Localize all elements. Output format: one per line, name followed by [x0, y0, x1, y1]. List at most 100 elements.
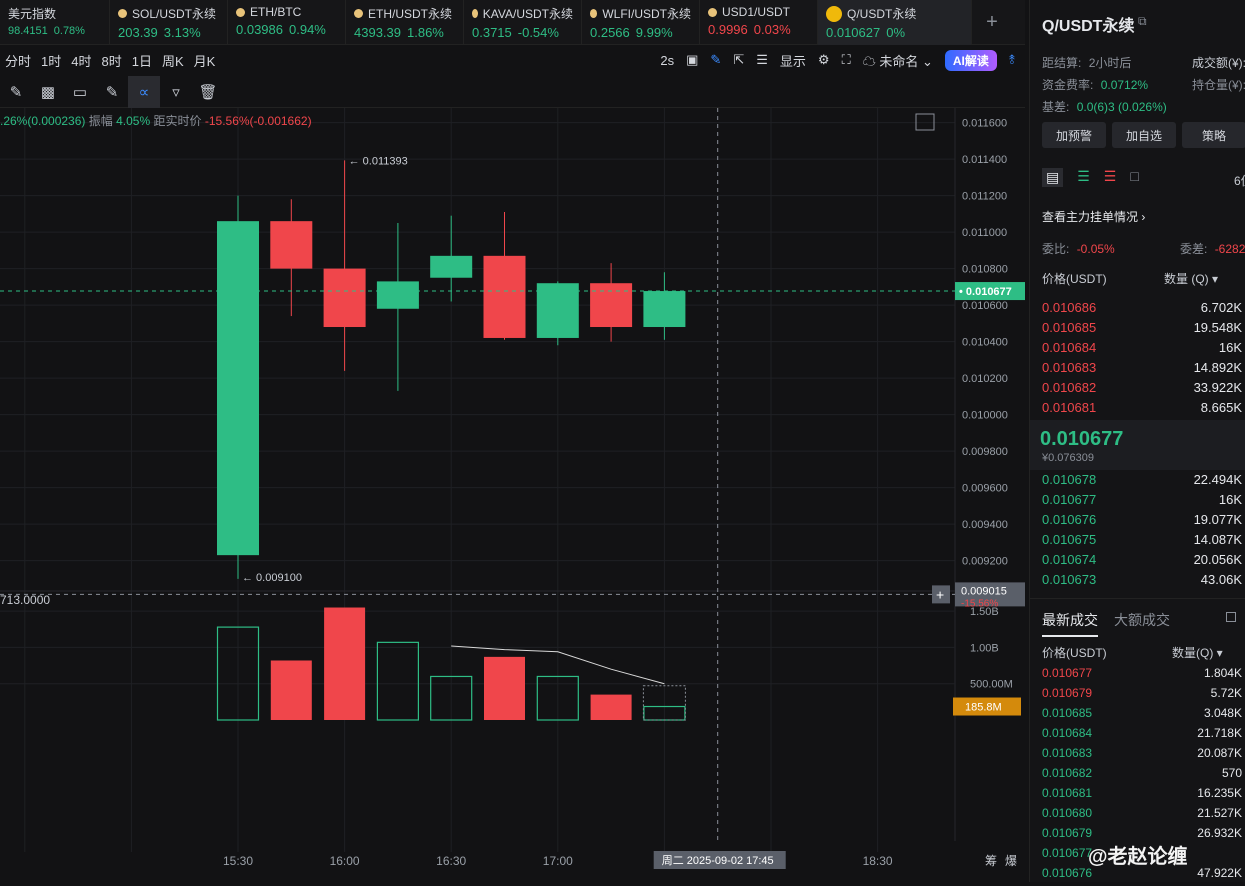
depth-precision[interactable]: 6位 — [1234, 172, 1245, 189]
time-tick-label: 17:00 — [543, 854, 573, 868]
ask-row[interactable]: 0.010685 19.548K — [1042, 320, 1242, 340]
bid-row[interactable]: 0.010678 22.494K — [1042, 472, 1242, 492]
price-tick-label: 0.011000 — [962, 227, 1007, 239]
ask-row[interactable]: 0.010683 14.892K — [1042, 360, 1242, 380]
depth-both-icon[interactable]: ▤ — [1042, 168, 1064, 187]
big-trades-checkbox[interactable] — [1226, 612, 1236, 622]
filter-icon[interactable]: ▿ — [160, 76, 192, 108]
depth-bids-icon[interactable]: ☰ — [1077, 168, 1090, 187]
interval-tab[interactable]: 1日 — [127, 51, 157, 70]
depth-asks-icon[interactable]: ☰ — [1104, 168, 1117, 187]
strategy-button[interactable]: 策略 — [1182, 122, 1245, 148]
ticker-item[interactable]: ETH/USDT永续 4393.39 1.86% — [346, 0, 464, 45]
ticker-item[interactable]: SOL/USDT永续 203.39 3.13% — [110, 0, 228, 45]
candle-body — [483, 255, 526, 338]
ai-interpret-button[interactable]: AI解读 — [944, 49, 997, 71]
layout-menu[interactable]: ☁ 未命名 ⌄ — [863, 51, 933, 70]
last-price-box: 0.010677 ¥0.076309 — [1030, 420, 1245, 470]
volume-bar — [376, 641, 419, 721]
list-icon[interactable]: ☰ — [756, 52, 768, 68]
add-tab-button[interactable]: + — [972, 0, 1012, 44]
bid-row[interactable]: 0.010677 16K — [1042, 492, 1242, 512]
ticker-usd-index[interactable]: 美元指数 98.4151 0.78% — [0, 0, 110, 45]
time-tick-label: 18:30 — [863, 854, 893, 868]
magnet-icon[interactable]: ∝ — [128, 75, 160, 108]
display-menu[interactable]: 显示 — [780, 51, 806, 70]
low-annotation: ← 0.009100 — [242, 572, 302, 584]
ticker-item[interactable]: Q/USDT永续 0.010627 0% — [818, 0, 972, 45]
trade-row: 0.010679 5.72K — [1042, 686, 1242, 700]
tab-big-trades[interactable]: 大额成交 — [1114, 610, 1170, 630]
ask-row[interactable]: 0.010684 16K — [1042, 340, 1242, 360]
ask-row[interactable]: 0.010682 33.922K — [1042, 380, 1242, 400]
current-price-tag: • 0.010677 — [959, 286, 1012, 298]
ticker-item[interactable]: KAVA/USDT永续 0.3715 -0.54% — [464, 0, 582, 45]
panel-title: Q/USDT永续 — [1042, 18, 1135, 35]
orderbook-qty-header[interactable]: 数量 (Q) ▾ — [1164, 270, 1218, 287]
price-tick-label: 0.010800 — [962, 264, 1008, 276]
ask-row[interactable]: 0.010681 8.665K — [1042, 400, 1242, 420]
draw-line-icon[interactable]: ✎ — [0, 76, 32, 108]
price-tick-label: 0.009600 — [962, 483, 1008, 495]
ticker-item[interactable]: USD1/USDT 0.9996 0.03% — [700, 0, 818, 45]
interval-tab[interactable]: 分时 — [0, 51, 36, 70]
bid-row[interactable]: 0.010675 14.087K — [1042, 532, 1242, 552]
volume-tick-label: 500.00M — [970, 679, 1013, 691]
volume-tag: 185.8M — [965, 702, 1002, 714]
coin-icon — [590, 9, 598, 18]
volume-bar — [270, 660, 312, 720]
ticker-item[interactable]: WLFI/USDT永续 0.2566 9.99% — [582, 0, 700, 45]
interval-tab[interactable]: 4时 — [66, 51, 96, 70]
ticker-item[interactable]: ETH/BTC 0.03986 0.94% — [228, 0, 346, 45]
bid-row[interactable]: 0.010673 43.06K — [1042, 572, 1242, 592]
clipboard-icon[interactable]: ▭ — [64, 76, 96, 108]
trash-icon[interactable]: 🗑 — [192, 76, 224, 108]
add-favorite-button[interactable]: 加自选 — [1112, 122, 1176, 148]
bid-row[interactable]: 0.010674 20.056K — [1042, 552, 1242, 572]
caret-down-icon: ▾ — [1216, 646, 1223, 660]
last-price-cny: ¥0.076309 — [1042, 452, 1094, 464]
fullscreen-icon[interactable]: ⛶ — [842, 52, 851, 68]
depth-expand-icon[interactable]: □ — [1130, 168, 1138, 187]
depth-view-tabs: ▤ ☰ ☰ □ — [1042, 168, 1139, 187]
tab-latest-trades[interactable]: 最新成交 — [1042, 610, 1098, 637]
settings-icon[interactable]: ⚙ — [818, 52, 830, 68]
watermark: @老赵论缠 — [1088, 846, 1188, 868]
coin-icon — [472, 9, 478, 18]
interval-tab[interactable]: 8时 — [96, 51, 126, 70]
share-icon[interactable]: ⥉ — [1009, 52, 1015, 68]
ticker-bar: 美元指数 98.4151 0.78% SOL/USDT永续 203.39 3.13% E… — [0, 0, 1025, 45]
cursor-pct-tag: -15.56% — [961, 598, 998, 609]
trade-row: 0.010677 1.804K — [1042, 666, 1242, 680]
bid-row[interactable]: 0.010676 19.077K — [1042, 512, 1242, 532]
price-tick-label: 0.010000 — [962, 410, 1008, 422]
trade-row: 0.010681 16.235K — [1042, 786, 1242, 800]
chart-canvas[interactable]: 0.011600 0.011400 0.011200 0.011000 0.010800… — [0, 108, 1025, 882]
price-chart[interactable]: .26%(0.000236) 振幅 4.05% 距实时价 -15.56%(-0.… — [0, 108, 1025, 882]
select-icon[interactable]: ⇱ — [733, 52, 744, 68]
basis-row: 基差: 0.0(6)3 (0.026%) — [1042, 100, 1167, 114]
pen-icon[interactable]: ✎ — [710, 52, 721, 68]
add-alert-button[interactable]: 加预警 — [1042, 122, 1106, 148]
refresh-rate[interactable]: 2s — [660, 53, 674, 68]
price-tick-label: 0.011600 — [962, 118, 1007, 130]
camera-icon[interactable]: ▣ — [686, 52, 698, 68]
expand-icon — [915, 113, 935, 131]
candle-type-icon[interactable]: ▩ — [32, 76, 64, 108]
coin-icon — [236, 7, 245, 17]
ask-row[interactable]: 0.010686 6.702K — [1042, 300, 1242, 320]
candle-body — [376, 281, 419, 309]
interval-tab[interactable]: 1时 — [36, 51, 66, 70]
copy-icon[interactable]: ⧉ — [1138, 14, 1147, 29]
candle-body — [323, 268, 366, 328]
bottom-tool-label: 爆 — [1005, 854, 1017, 868]
interval-tab[interactable]: 周K — [157, 51, 189, 70]
main-orders-link[interactable]: 查看主力挂单情况 › — [1042, 208, 1145, 225]
volume-bar — [324, 607, 366, 720]
bottom-tool-label: 筹 — [985, 854, 997, 868]
cursor-time-tag: 周二 2025-09-02 17:45 — [662, 854, 774, 867]
coin-icon — [708, 7, 717, 17]
interval-tab[interactable]: 月K — [189, 51, 221, 70]
note-icon[interactable]: ✎ — [96, 76, 128, 108]
trades-qty-header[interactable]: 数量(Q) ▾ — [1172, 644, 1223, 661]
